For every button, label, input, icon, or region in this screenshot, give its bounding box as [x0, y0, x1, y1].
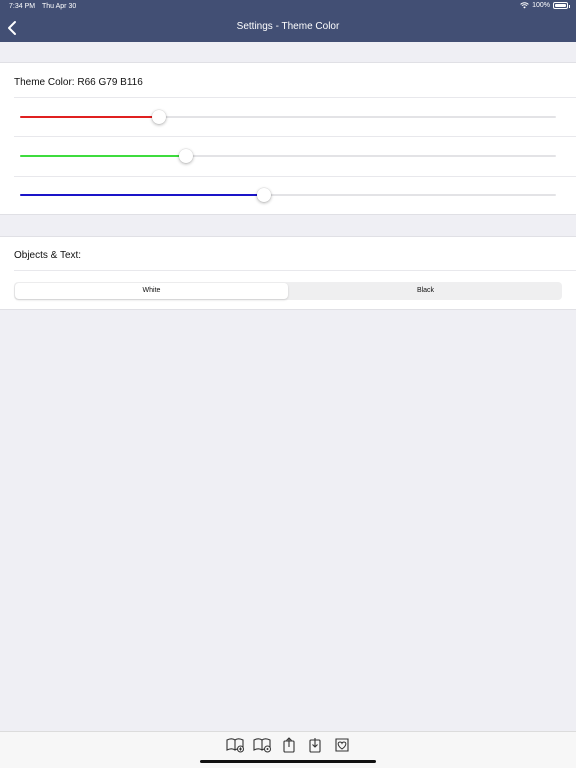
slider-fill — [20, 155, 187, 157]
divider — [14, 270, 576, 271]
divider — [14, 136, 576, 137]
nav-bar: Settings - Theme Color — [0, 14, 576, 42]
slider-fill — [20, 116, 159, 118]
text-color-segmented-control[interactable]: White Black — [14, 282, 562, 300]
page-title: Settings - Theme Color — [236, 21, 340, 32]
wifi-icon — [520, 2, 529, 9]
blue-slider[interactable] — [20, 185, 556, 205]
green-slider[interactable] — [20, 146, 556, 166]
battery-percent: 100% — [532, 2, 550, 9]
share-icon[interactable] — [280, 737, 298, 753]
divider — [14, 176, 576, 177]
book-settings-icon[interactable] — [253, 737, 271, 753]
book-add-icon[interactable] — [226, 737, 244, 753]
red-slider[interactable] — [20, 107, 556, 127]
slider-fill — [20, 194, 264, 196]
divider — [14, 97, 576, 98]
status-right: 100% — [520, 2, 570, 9]
status-bar: 7:34 PM Thu Apr 30 100% — [0, 0, 576, 14]
theme-color-label: Theme Color: R66 G79 B116 — [14, 77, 143, 88]
status-date: Thu Apr 30 — [42, 3, 77, 10]
favorite-icon[interactable] — [333, 737, 351, 753]
objects-text-group: Objects & Text: White Black — [0, 236, 576, 310]
objects-text-label: Objects & Text: — [14, 250, 82, 261]
battery-icon — [553, 2, 570, 9]
segment-white[interactable]: White — [15, 283, 288, 299]
theme-color-group: Theme Color: R66 G79 B116 — [0, 62, 576, 215]
home-indicator — [200, 760, 376, 763]
slider-thumb[interactable] — [179, 149, 194, 163]
segment-black[interactable]: Black — [289, 282, 562, 300]
import-icon[interactable] — [306, 737, 324, 753]
slider-thumb[interactable] — [256, 188, 271, 202]
slider-thumb[interactable] — [151, 110, 166, 124]
status-time: 7:34 PM — [9, 3, 36, 10]
